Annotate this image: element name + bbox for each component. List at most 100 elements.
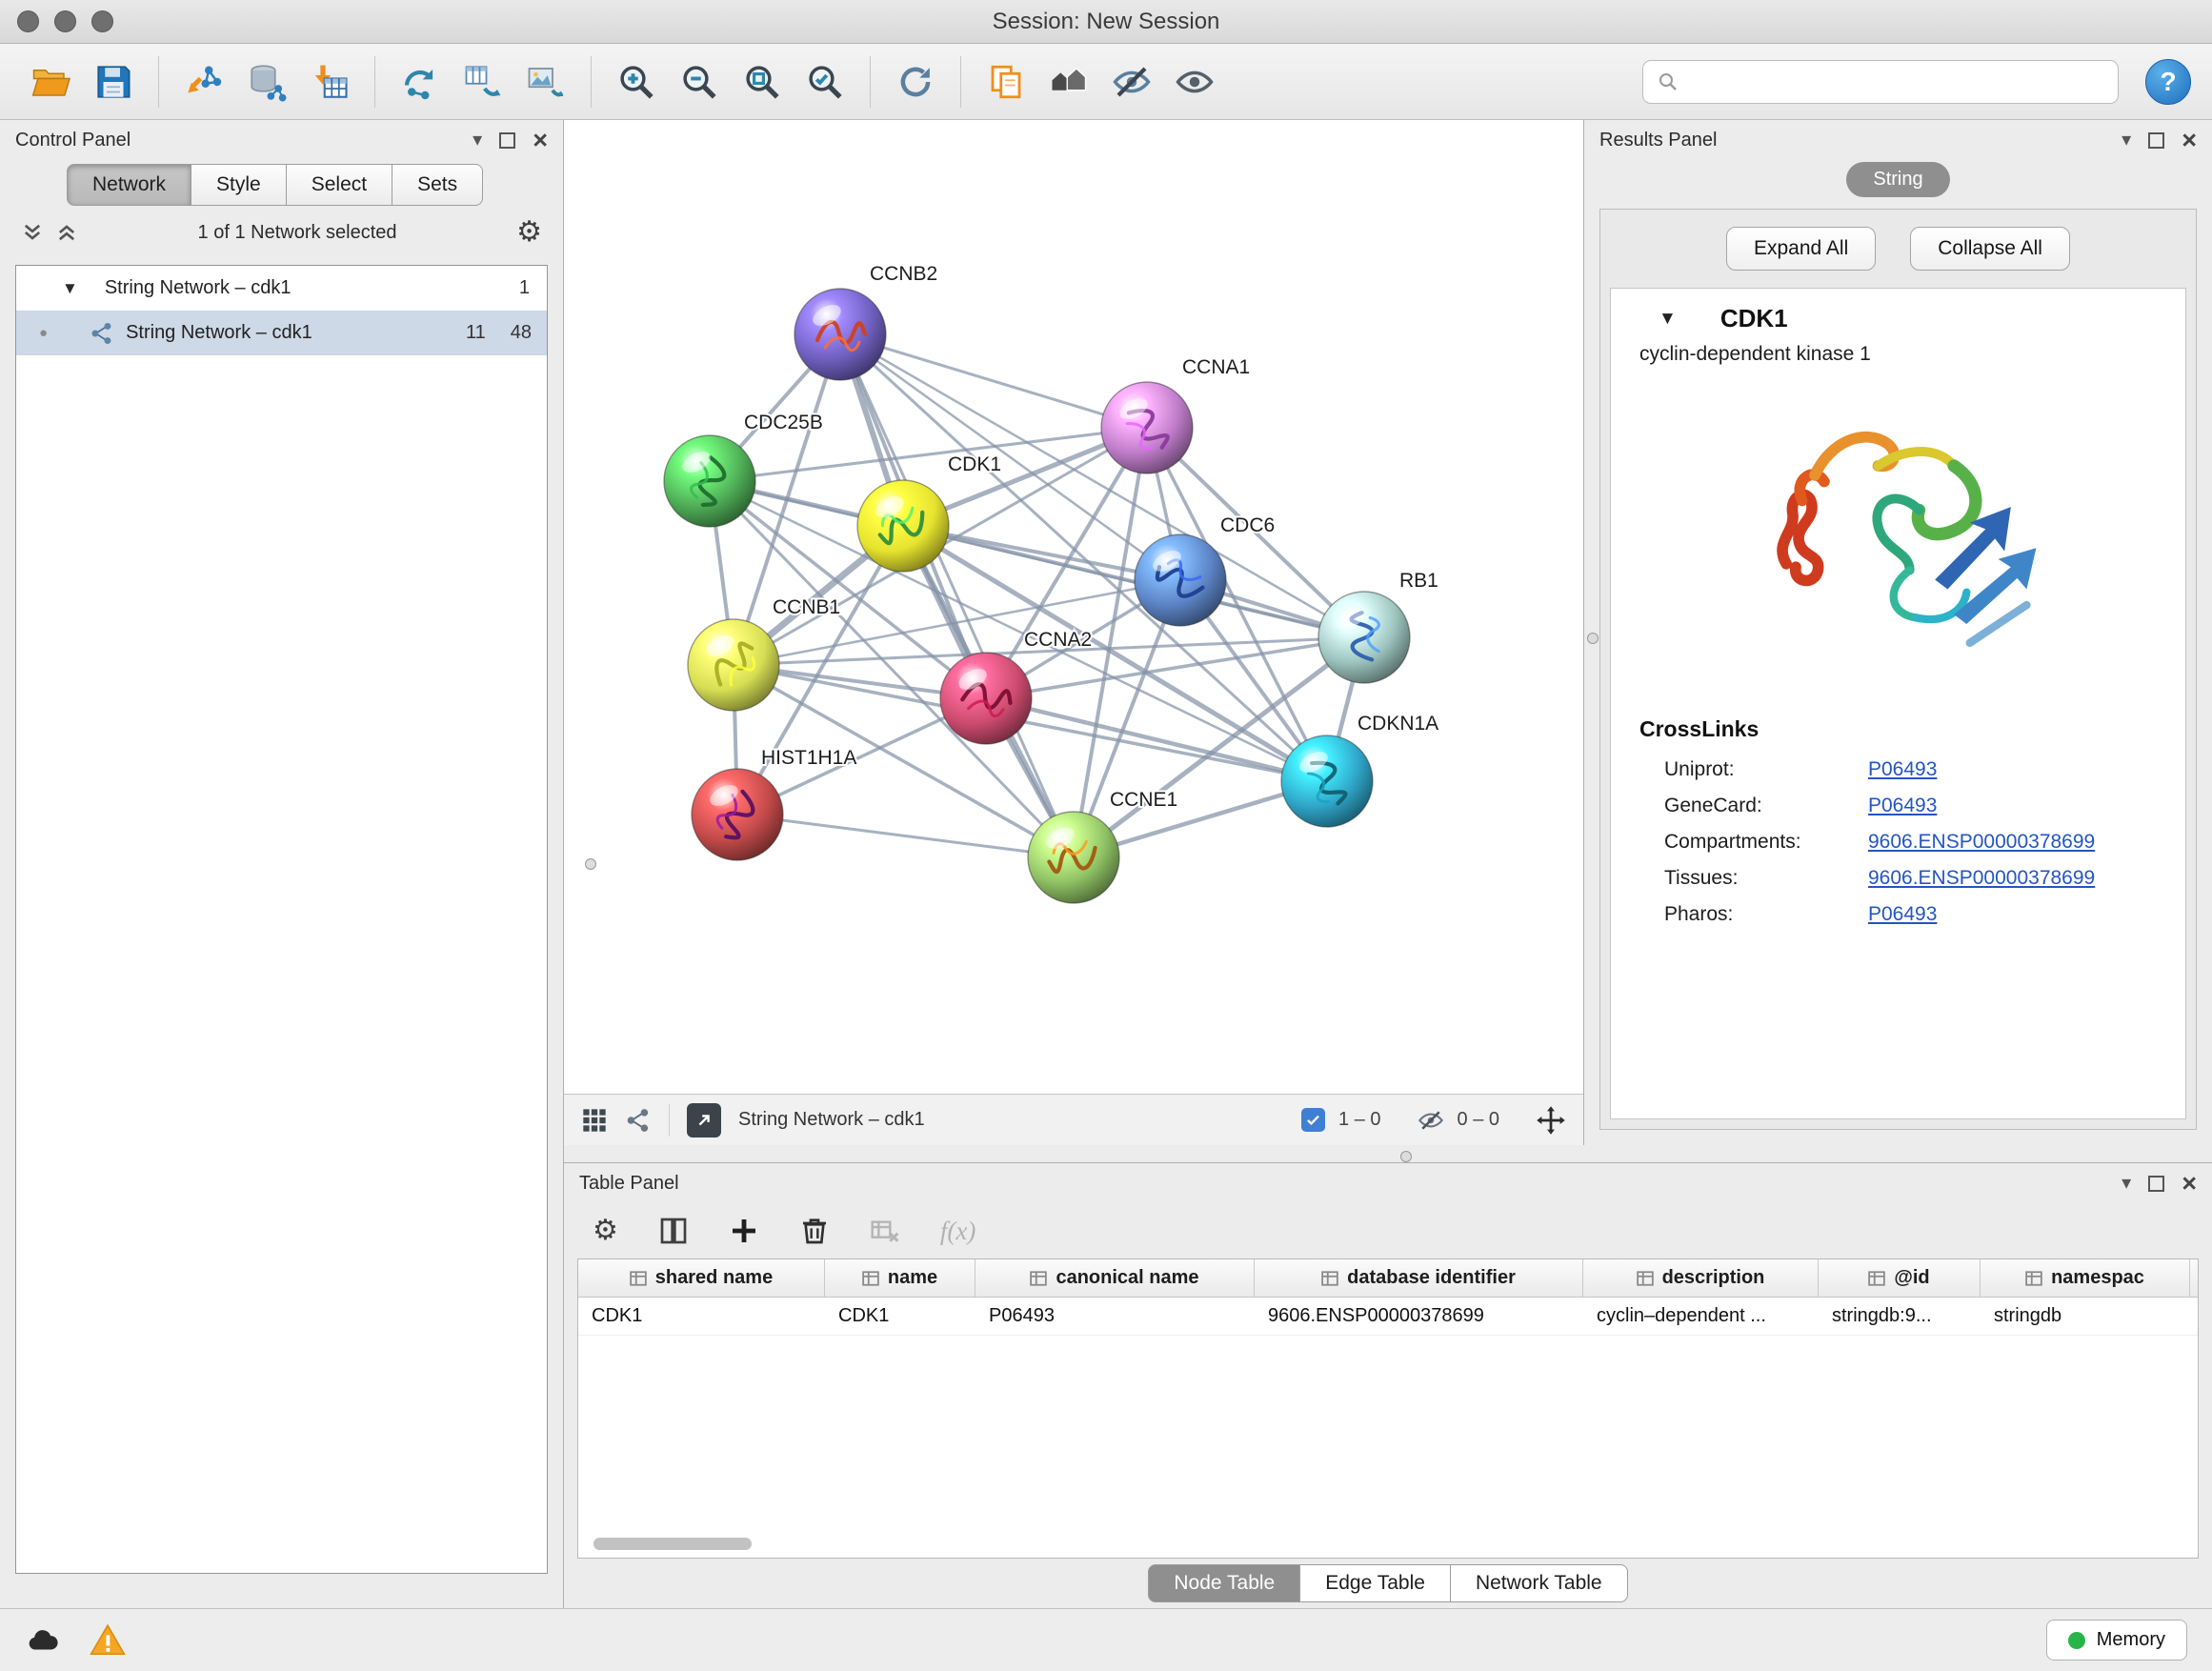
import-network-file-button[interactable] [174,52,233,111]
help-button[interactable]: ? [2145,59,2191,105]
zoom-selected-button[interactable] [795,52,855,111]
cell-canonical-name[interactable]: P06493 [975,1298,1255,1335]
crosslink-link[interactable]: P06493 [1868,758,1937,781]
cell-namespac[interactable]: stringdb [1981,1298,2190,1335]
network-node-CCNB2[interactable] [794,289,886,380]
save-session-button[interactable] [84,52,143,111]
table-row[interactable]: CDK1CDK1P064939606.ENSP00000378699cyclin… [578,1298,2198,1336]
warning-icon[interactable] [90,1622,126,1659]
network-node-HIST1H1A[interactable] [692,769,783,860]
group-nodes-button[interactable] [1039,52,1098,111]
tab-network-table[interactable]: Network Table [1451,1564,1628,1602]
expand-all-icon[interactable] [55,221,78,244]
panel-float-icon[interactable] [2148,1176,2164,1192]
splitter-handle[interactable] [1587,633,1599,644]
apply-layout-button[interactable] [886,52,945,111]
expand-all-button[interactable]: Expand All [1726,227,1876,271]
cell-id[interactable]: stringdb:9... [1819,1298,1981,1335]
string-share-icon[interactable] [625,1107,652,1134]
copy-style-button[interactable] [976,52,1036,111]
panel-menu-icon[interactable]: ▾ [2122,131,2131,150]
network-collection-row[interactable]: ▼ String Network – cdk1 1 [16,266,547,311]
network-edge-HIST1H1A-CCNE1[interactable] [737,815,1074,857]
zoom-fit-button[interactable] [733,52,792,111]
network-row-selected[interactable]: ● String Network – cdk1 11 48 [16,311,547,355]
network-node-RB1[interactable] [1318,592,1410,683]
column-header-name[interactable]: name [825,1259,975,1297]
search-input[interactable] [1689,70,2104,92]
selection-checkbox[interactable] [1301,1108,1325,1132]
column-header-id[interactable]: @id [1819,1259,1981,1297]
open-in-window-button[interactable] [687,1103,721,1137]
column-header-shared-name[interactable]: shared name [578,1259,825,1297]
string-tab-badge[interactable]: String [1846,162,1949,197]
cell-shared-name[interactable]: CDK1 [578,1298,825,1335]
open-session-button[interactable] [21,52,80,111]
collapse-all-button[interactable]: Collapse All [1910,227,2070,271]
hide-selected-button[interactable] [1102,52,1161,111]
tab-node-table[interactable]: Node Table [1148,1564,1300,1602]
tab-network[interactable]: Network [67,164,191,206]
network-node-CDC6[interactable] [1135,534,1226,626]
horizontal-scrollbar-thumb[interactable] [593,1538,752,1550]
minimize-window-button[interactable] [54,10,76,32]
network-node-CCNB1[interactable] [688,619,779,711]
tab-sets[interactable]: Sets [392,164,483,206]
maximize-window-button[interactable] [91,10,113,32]
memory-button[interactable]: Memory [2046,1620,2187,1661]
table-settings-gear-icon[interactable]: ⚙ [593,1217,618,1245]
panel-float-icon[interactable] [2148,132,2164,149]
column-header-database-identifier[interactable]: database identifier [1255,1259,1583,1297]
crosslink-link[interactable]: 9606.ENSP00000378699 [1868,867,2095,890]
tab-edge-table[interactable]: Edge Table [1300,1564,1451,1602]
show-all-button[interactable] [1165,52,1224,111]
horizontal-splitter[interactable] [564,1145,2212,1162]
cell-description[interactable]: cyclin–dependent ... [1583,1298,1819,1335]
network-node-CCNE1[interactable] [1028,812,1119,903]
show-columns-icon[interactable] [658,1216,689,1246]
panel-close-icon[interactable]: × [2182,128,2197,153]
move-crosshair-icon[interactable] [1536,1105,1566,1136]
cell-database-identifier[interactable]: 9606.ENSP00000378699 [1255,1298,1583,1335]
panel-menu-icon[interactable]: ▾ [473,131,482,150]
gene-expander-icon[interactable]: ▼ [1659,309,1677,330]
close-window-button[interactable] [17,10,39,32]
crosslink-link[interactable]: 9606.ENSP00000378699 [1868,831,2095,854]
network-node-CDC25B[interactable] [664,435,755,527]
network-from-table-button[interactable] [453,52,513,111]
crosslink-link[interactable]: P06493 [1868,903,1937,926]
splitter-handle[interactable] [585,858,596,870]
network-canvas[interactable]: CCNB2CCNA1CDC25BCDK1CDC6RB1CCNB1CCNA2CDK… [564,120,1583,1094]
delete-column-trash-icon[interactable] [799,1216,830,1246]
network-graph[interactable]: CCNB2CCNA1CDC25BCDK1CDC6RB1CCNB1CCNA2CDK… [564,120,1583,1094]
column-header-canonical-name[interactable]: canonical name [975,1259,1255,1297]
cloud-icon[interactable] [25,1622,61,1659]
clone-network-button[interactable] [391,52,450,111]
zoom-in-button[interactable] [607,52,666,111]
panel-menu-icon[interactable]: ▾ [2122,1174,2131,1193]
tab-select[interactable]: Select [287,164,392,206]
cell-name[interactable]: CDK1 [825,1298,975,1335]
import-table-button[interactable] [300,52,359,111]
network-edge-CCNB2-CCNE1[interactable] [840,334,1074,857]
splitter-handle[interactable] [1400,1151,1412,1162]
tree-expander-icon[interactable]: ▼ [62,279,78,298]
panel-close-icon[interactable]: × [2182,1171,2197,1197]
panel-close-icon[interactable]: × [533,128,548,153]
birdseye-grid-icon[interactable] [581,1107,608,1134]
network-node-CDK1[interactable] [857,480,949,572]
crosslink-link[interactable]: P06493 [1868,795,1937,817]
network-node-CCNA1[interactable] [1101,382,1193,473]
tab-style[interactable]: Style [191,164,287,206]
add-column-plus-icon[interactable] [729,1216,759,1246]
export-image-button[interactable] [516,52,575,111]
zoom-out-button[interactable] [670,52,729,111]
import-network-database-button[interactable] [237,52,296,111]
network-node-CCNA2[interactable] [940,653,1032,744]
network-edge-CCNB2-CCNA1[interactable] [840,334,1147,428]
gear-icon[interactable]: ⚙ [516,218,542,247]
column-header-description[interactable]: description [1583,1259,1819,1297]
panel-float-icon[interactable] [499,132,515,149]
network-node-CDKN1A[interactable] [1281,735,1373,827]
column-header-namespac[interactable]: namespac [1981,1259,2190,1297]
